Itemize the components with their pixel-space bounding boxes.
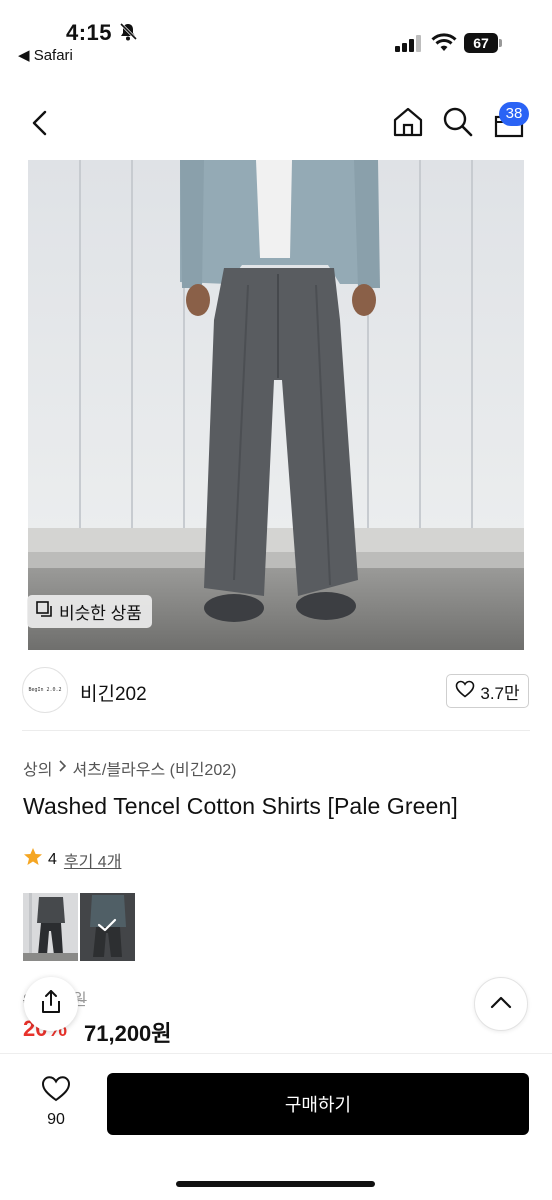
breadcrumb: 상의 셔츠/블라우스 (비긴202)	[23, 756, 236, 780]
divider	[22, 730, 530, 731]
brand-logo[interactable]: BegIn 2.0.2	[22, 667, 68, 713]
share-icon	[39, 989, 63, 1020]
review-link[interactable]: 후기 4개	[64, 848, 122, 872]
brand-like-count: 3.7만	[480, 683, 520, 703]
wishlist-button[interactable]: 90	[30, 1075, 82, 1131]
star-icon	[23, 847, 43, 872]
status-bar: 4:15 ◀ Safari 67	[0, 0, 552, 70]
sale-price: 71,200원	[84, 1021, 172, 1046]
bell-off-icon	[118, 22, 138, 47]
wishlist-count: 90	[47, 1111, 65, 1128]
product-image[interactable]	[28, 160, 524, 650]
color-option-thumbnail[interactable]	[23, 893, 78, 961]
home-icon[interactable]	[391, 105, 425, 139]
chevron-up-icon	[490, 995, 512, 1014]
cart-count-badge: 38	[499, 102, 529, 126]
rating-value: 4	[48, 850, 57, 868]
rating: 4 후기 4개	[23, 847, 121, 872]
back-icon[interactable]	[26, 106, 56, 140]
product-title: Washed Tencel Cotton Shirts [Pale Green]	[23, 793, 458, 819]
brand-logo-text: BegIn 2.0.2	[28, 687, 62, 693]
search-icon[interactable]	[441, 105, 475, 139]
battery-icon: 67	[464, 33, 502, 53]
check-icon	[97, 917, 117, 938]
status-time: 4:15	[66, 20, 113, 45]
battery-tip	[499, 39, 502, 47]
brand-like-button[interactable]: 3.7만	[446, 674, 529, 708]
similar-products-label: 비슷한 상품	[59, 604, 142, 623]
heart-icon	[455, 680, 475, 703]
brand-name[interactable]: 비긴202	[80, 679, 147, 706]
similar-products-button[interactable]: 비슷한 상품	[27, 595, 152, 628]
battery-level: 67	[464, 33, 498, 53]
cellular-signal-icon	[395, 35, 423, 58]
copy-icon	[35, 600, 53, 623]
color-options	[23, 893, 135, 961]
chevron-right-icon	[57, 759, 67, 778]
breadcrumb-subcategory[interactable]: 셔츠/블라우스 (비긴202)	[72, 756, 236, 780]
back-to-safari[interactable]: ◀ Safari	[18, 46, 73, 64]
scroll-to-top-button[interactable]	[474, 977, 528, 1031]
top-navigation	[0, 90, 552, 156]
buy-button[interactable]: 구매하기	[107, 1073, 529, 1135]
home-indicator	[176, 1181, 375, 1187]
wifi-icon	[431, 33, 457, 58]
color-option-thumbnail-selected[interactable]	[80, 893, 135, 961]
heart-icon	[41, 1075, 71, 1107]
share-button[interactable]	[24, 977, 78, 1031]
breadcrumb-category[interactable]: 상의	[23, 756, 52, 780]
